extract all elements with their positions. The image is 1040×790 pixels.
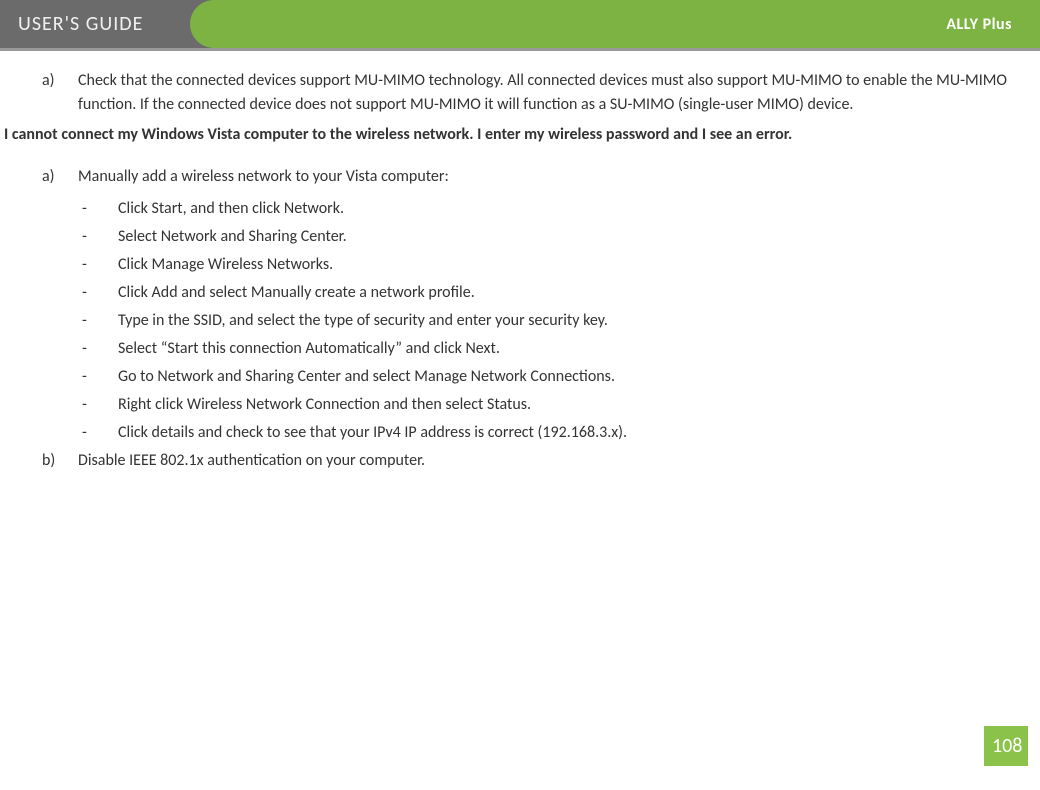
header-bar: USER'S GUIDE ALLY Plus	[0, 0, 1040, 48]
section2-list: a) Manually add a wireless network to yo…	[4, 165, 1036, 473]
dash-marker: -	[78, 335, 118, 363]
page-number: 108	[984, 726, 1028, 766]
list-marker: a)	[4, 165, 78, 447]
list-item: b) Disable IEEE 802.1x authentication on…	[4, 449, 1036, 473]
sub-step: -Select “Start this connection Automatic…	[78, 335, 1016, 363]
sub-step-text: Click details and check to see that your…	[118, 419, 1016, 447]
sub-step: -Type in the SSID, and select the type o…	[78, 307, 1016, 335]
sub-step: -Click Add and select Manually create a …	[78, 279, 1016, 307]
sub-step: -Click Start, and then click Network.	[78, 195, 1016, 223]
sub-step: -Click details and check to see that you…	[78, 419, 1016, 447]
list-text: Check that the connected devices support…	[78, 69, 1036, 117]
sub-step-text: Click Start, and then click Network.	[118, 195, 1016, 223]
sub-step-text: Click Add and select Manually create a n…	[118, 279, 1016, 307]
dash-marker: -	[78, 279, 118, 307]
sub-step-text: Click Manage Wireless Networks.	[118, 251, 1016, 279]
section1-list: a) Check that the connected devices supp…	[4, 69, 1036, 117]
header-right: ALLY Plus	[222, 0, 1040, 48]
list-text: Manually add a wireless network to your …	[78, 165, 1036, 447]
dash-marker: -	[78, 195, 118, 223]
sub-steps: -Click Start, and then click Network. -S…	[78, 195, 1016, 447]
dash-marker: -	[78, 251, 118, 279]
header-left: USER'S GUIDE	[0, 0, 222, 48]
sub-step: -Go to Network and Sharing Center and se…	[78, 363, 1016, 391]
sub-step: -Click Manage Wireless Networks.	[78, 251, 1016, 279]
list-text: Disable IEEE 802.1x authentication on yo…	[78, 449, 1036, 473]
list-text-main: Manually add a wireless network to your …	[78, 167, 449, 186]
dash-marker: -	[78, 391, 118, 419]
dash-marker: -	[78, 363, 118, 391]
sub-step: -Select Network and Sharing Center.	[78, 223, 1016, 251]
page-content: a) Check that the connected devices supp…	[0, 69, 1040, 473]
list-marker: a)	[4, 69, 78, 117]
sub-step-text: Go to Network and Sharing Center and sel…	[118, 363, 1016, 391]
sub-step-text: Type in the SSID, and select the type of…	[118, 307, 1016, 335]
sub-step-text: Select Network and Sharing Center.	[118, 223, 1016, 251]
product-name: ALLY Plus	[946, 15, 1012, 34]
sub-step-text: Right click Wireless Network Connection …	[118, 391, 1016, 419]
issue-heading: I cannot connect my Windows Vista comput…	[4, 123, 1036, 147]
sub-step: -Right click Wireless Network Connection…	[78, 391, 1016, 419]
header-underline	[0, 48, 1040, 51]
guide-title: USER'S GUIDE	[18, 12, 143, 36]
sub-step-text: Select “Start this connection Automatica…	[118, 335, 1016, 363]
list-item: a) Manually add a wireless network to yo…	[4, 165, 1036, 447]
list-item: a) Check that the connected devices supp…	[4, 69, 1036, 117]
list-marker: b)	[4, 449, 78, 473]
dash-marker: -	[78, 419, 118, 447]
dash-marker: -	[78, 223, 118, 251]
dash-marker: -	[78, 307, 118, 335]
